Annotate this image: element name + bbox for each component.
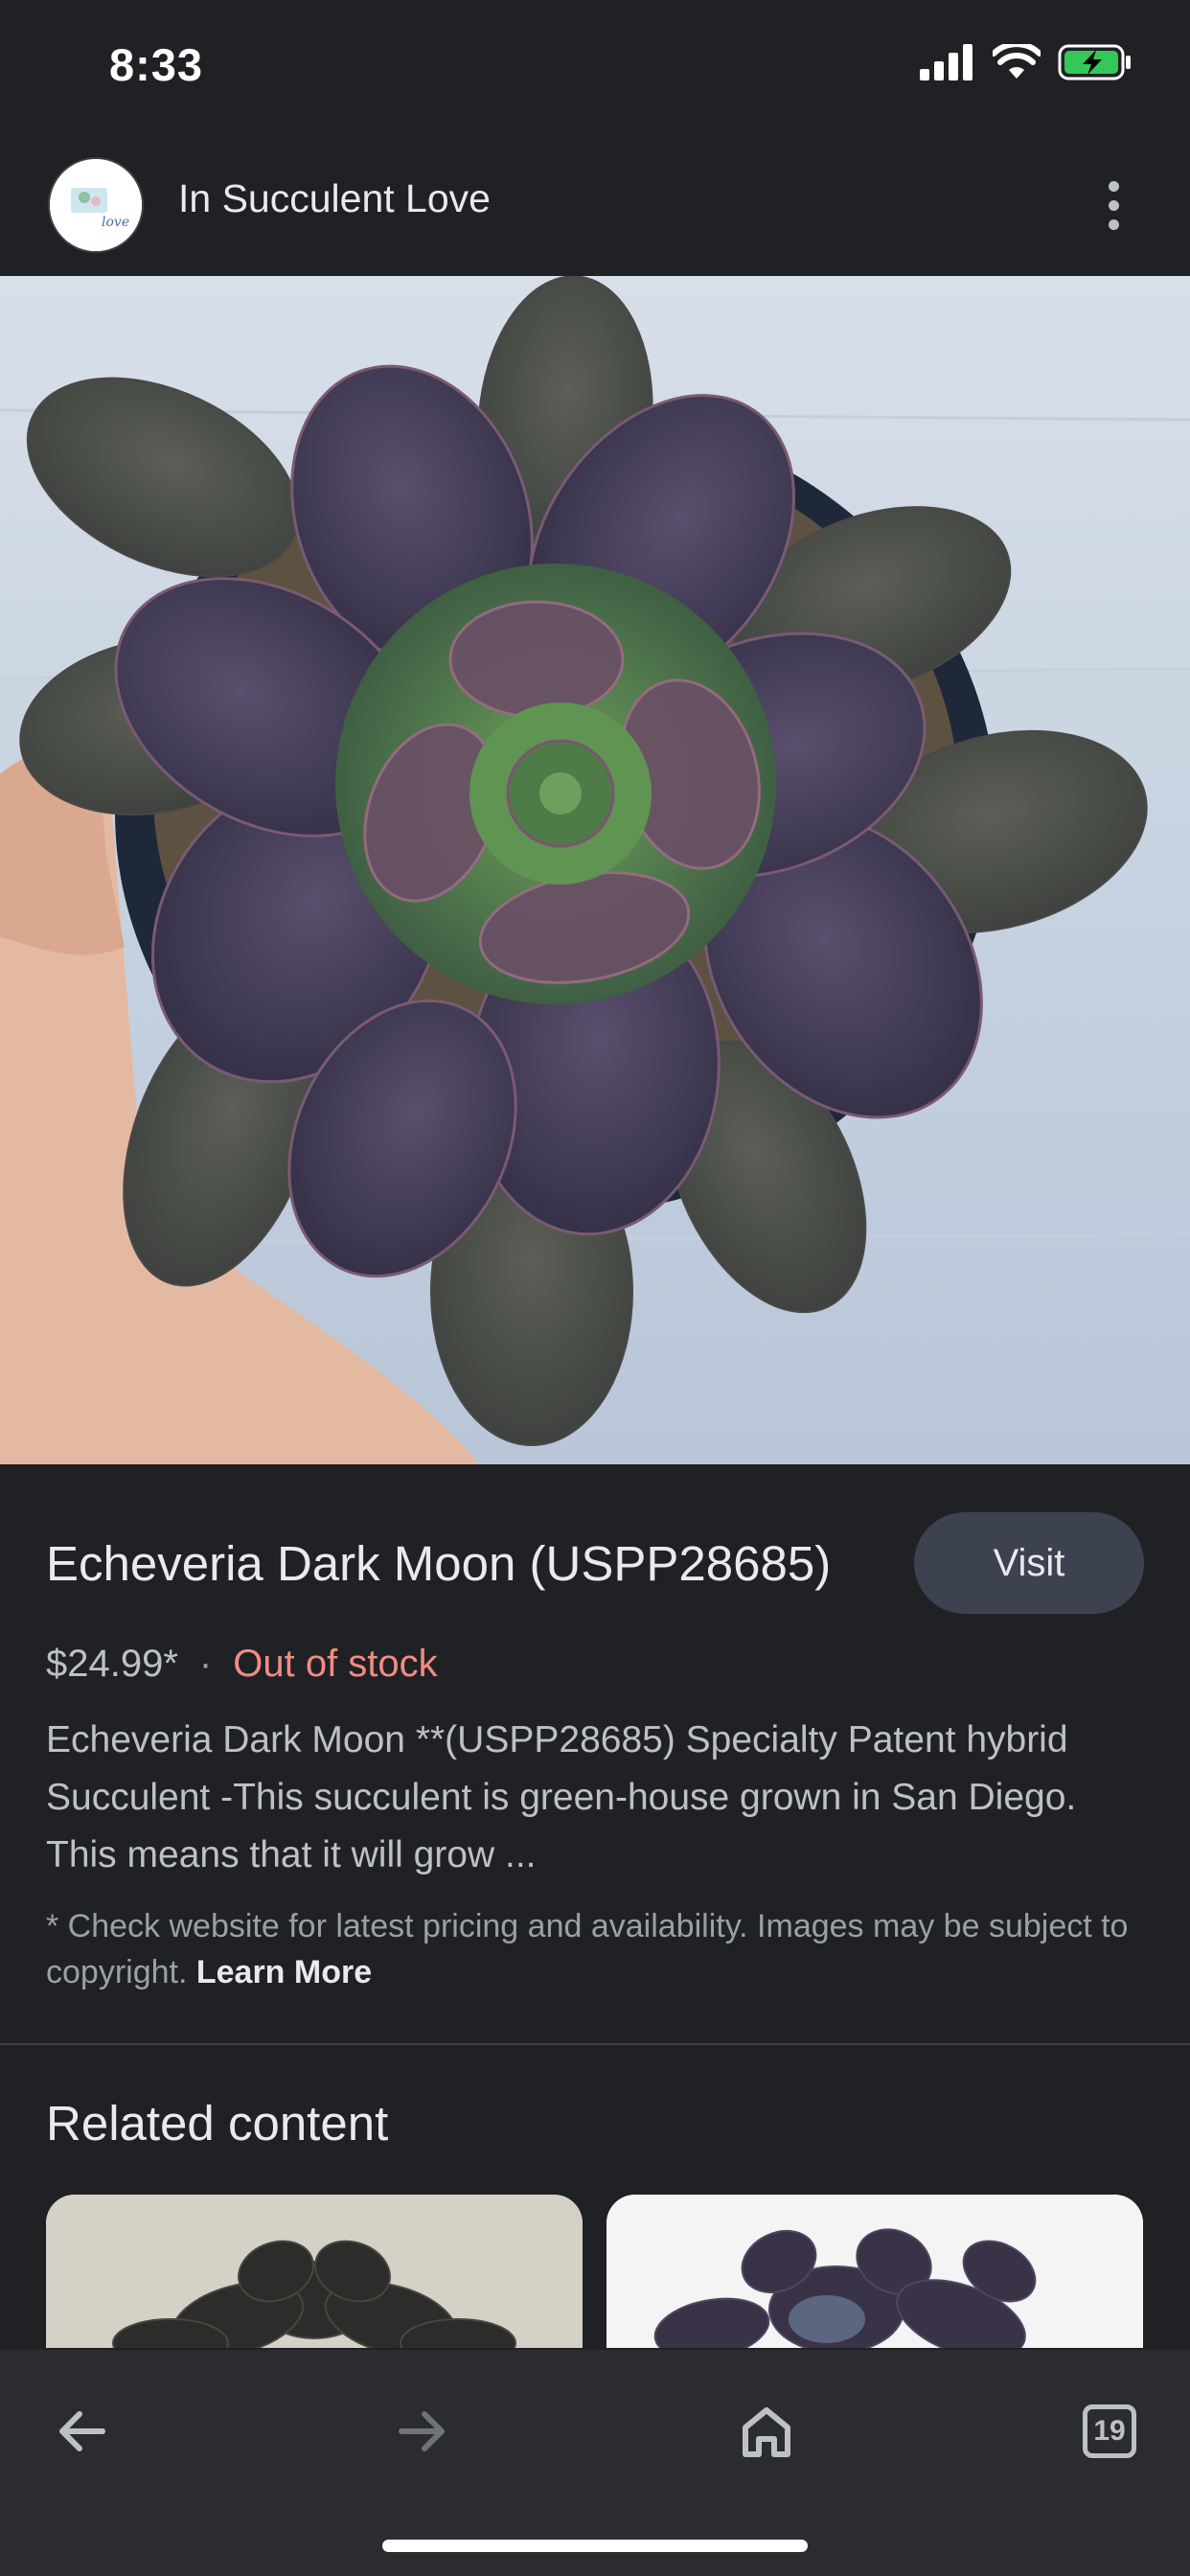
source-header: love In Succulent Love	[0, 134, 1190, 276]
section-divider	[0, 2043, 1190, 2045]
product-image[interactable]	[0, 276, 1190, 1464]
tab-count: 19	[1083, 2404, 1136, 2458]
price-separator: ·	[198, 1643, 213, 1685]
product-description: Echeveria Dark Moon **(USPP28685) Specia…	[46, 1719, 1077, 1875]
battery-charging-icon	[1058, 44, 1131, 80]
home-button[interactable]	[723, 2388, 810, 2474]
arrow-back-icon	[59, 2411, 105, 2451]
product-info-panel: Echeveria Dark Moon (USPP28685) Visit $2…	[0, 1464, 1190, 2043]
related-card[interactable]	[46, 2195, 583, 2348]
status-icons	[920, 44, 1133, 80]
tabs-button[interactable]: 19	[1066, 2388, 1153, 2474]
related-content-heading: Related content	[46, 2096, 389, 2150]
arrow-forward-icon	[399, 2411, 445, 2451]
related-card[interactable]	[606, 2195, 1143, 2348]
status-bar: 8:33	[0, 0, 1190, 134]
site-name[interactable]: In Succulent Love	[178, 176, 491, 221]
status-time: 8:33	[109, 39, 204, 90]
pricing-disclaimer: * Check website for latest pricing and a…	[46, 1903, 1157, 1995]
product-price: $24.99*	[46, 1643, 178, 1685]
svg-text:love: love	[102, 215, 129, 230]
more-options-button[interactable]	[1083, 171, 1144, 240]
visit-button[interactable]: Visit	[914, 1512, 1144, 1614]
cellular-signal-icon	[920, 44, 973, 80]
wifi-icon	[993, 44, 1041, 79]
product-title[interactable]: Echeveria Dark Moon (USPP28685)	[46, 1535, 831, 1592]
learn-more-link[interactable]: Learn More	[196, 1954, 372, 1990]
home-indicator[interactable]	[382, 2540, 808, 2552]
forward-button[interactable]	[379, 2388, 466, 2474]
more-vert-icon	[1108, 180, 1119, 192]
site-logo[interactable]: love	[48, 157, 144, 253]
price-row: $24.99* · Out of stock	[46, 1643, 438, 1686]
stock-status: Out of stock	[233, 1643, 438, 1685]
back-button[interactable]	[38, 2388, 125, 2474]
home-icon	[743, 2407, 790, 2457]
